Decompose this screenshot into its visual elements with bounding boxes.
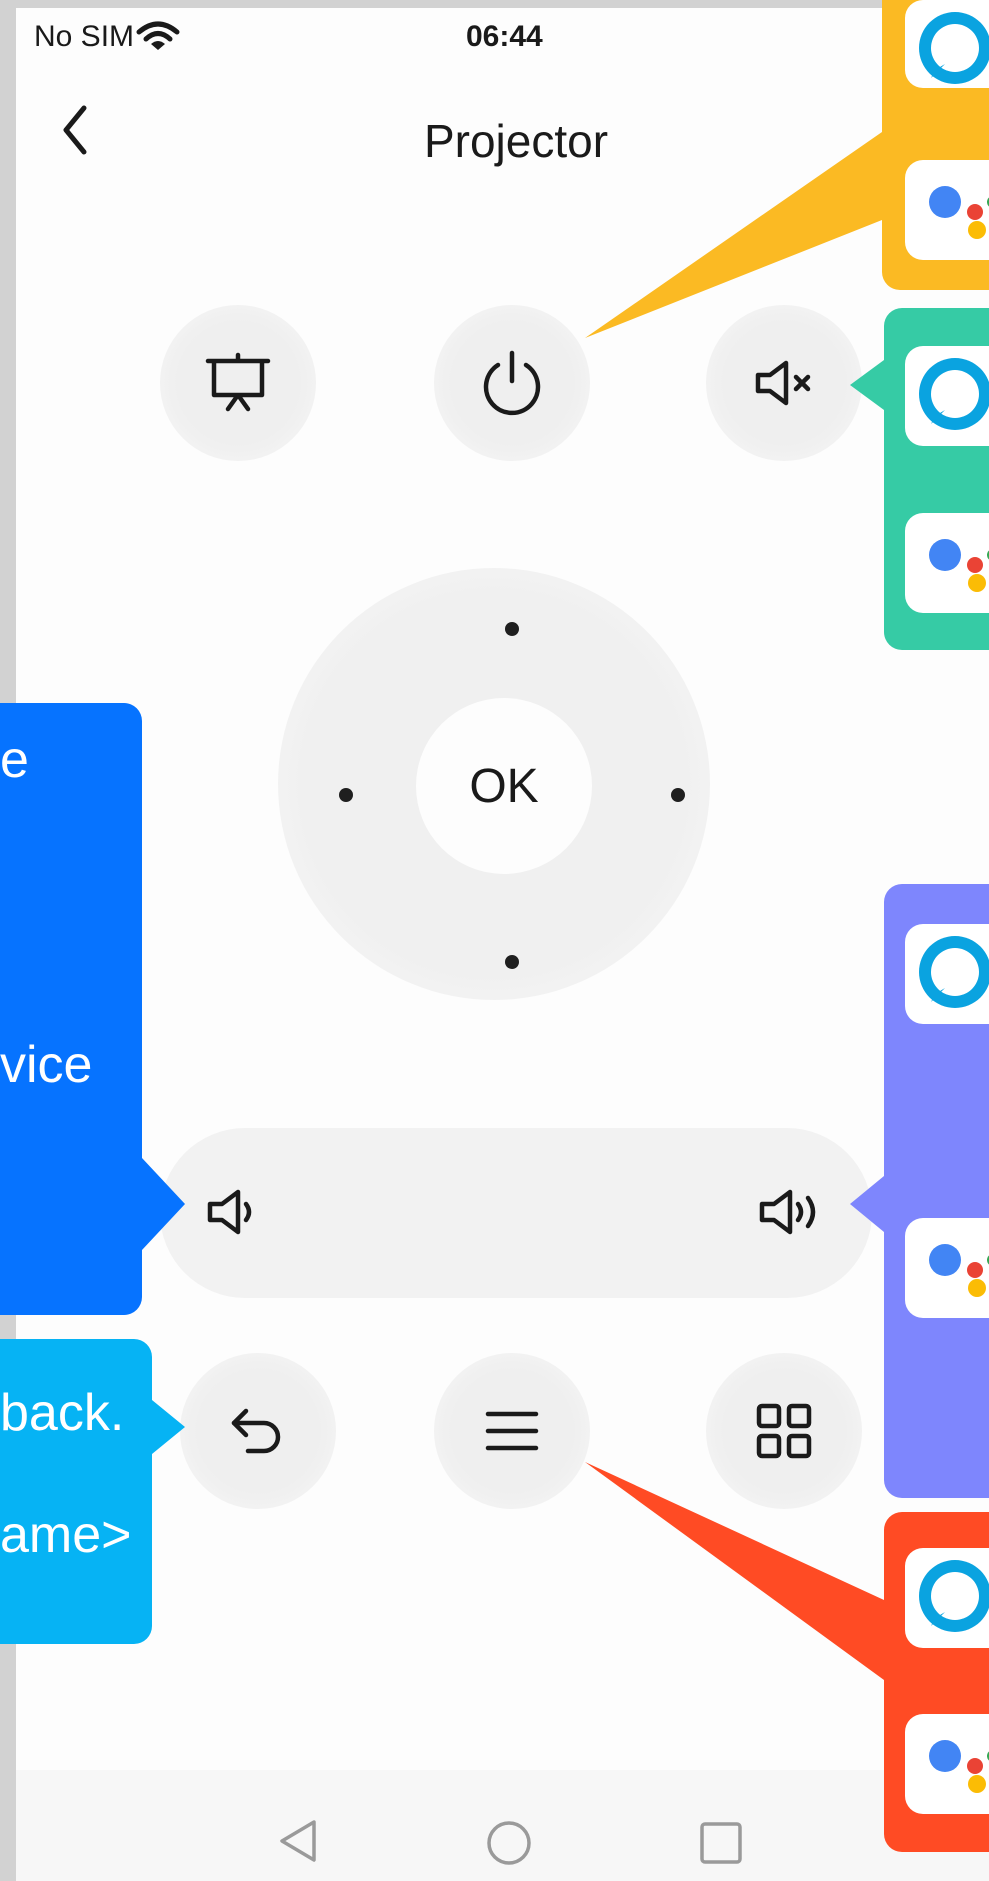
callout-cyan-line2: ame> (0, 1506, 132, 1564)
alexa-tile-green (905, 346, 989, 446)
callout-cyan-line1: back. (0, 1384, 125, 1442)
callout-blue-line2: vice (0, 1036, 93, 1094)
alexa-icon (919, 1560, 989, 1632)
alexa-icon (919, 12, 989, 84)
google-tile-red (905, 1714, 989, 1814)
callout-blue-line1: e (0, 731, 29, 789)
google-tile-purple (905, 1218, 989, 1318)
callout-overlay (0, 0, 989, 1852)
google-assistant-icon (929, 186, 989, 239)
google-assistant-icon (929, 539, 989, 592)
google-tile-yellow (905, 160, 989, 260)
alexa-tile-purple (905, 924, 989, 1024)
alexa-icon (919, 936, 989, 1008)
callout-blue (0, 703, 185, 1315)
alexa-icon (919, 358, 989, 430)
google-assistant-icon (929, 1244, 989, 1297)
alexa-tile-yellow (905, 0, 989, 88)
alexa-tile-red (905, 1548, 989, 1648)
google-tile-green (905, 513, 989, 613)
google-assistant-icon (929, 1740, 989, 1793)
